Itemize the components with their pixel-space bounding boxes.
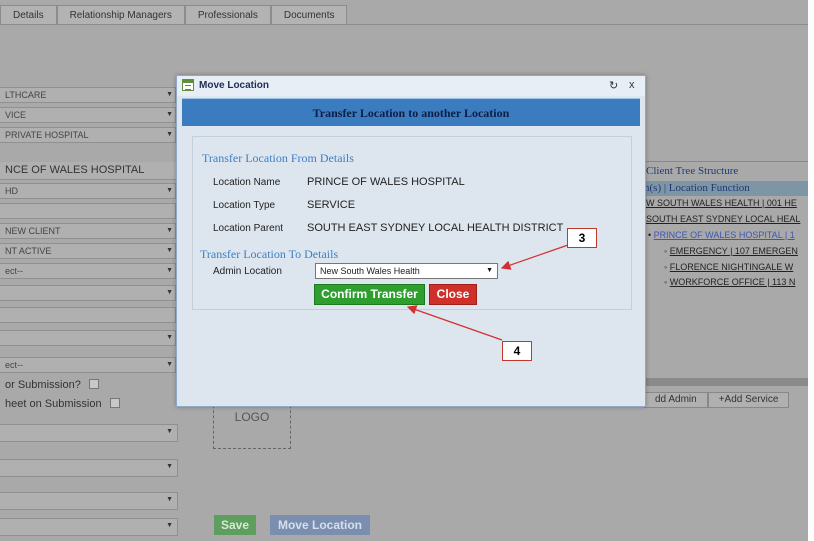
bottom-select-2[interactable]: ▼: [0, 459, 178, 477]
tab-bar: Details Relationship Managers Profession…: [0, 5, 348, 25]
location-type-label: Location Type: [213, 200, 276, 211]
admin-location-label: Admin Location: [213, 266, 282, 277]
close-button[interactable]: Close: [429, 284, 477, 305]
tree-header: n(s) | Location Function: [644, 181, 808, 196]
location-name-field[interactable]: NCE OF WALES HOSPITAL: [0, 162, 176, 180]
tree-bullet-icon: •: [648, 230, 652, 240]
industry-select-value: LTHCARE: [5, 90, 47, 100]
sheet-checkbox-row[interactable]: heet on Submission: [5, 398, 120, 410]
add-service-button[interactable]: +Add Service: [707, 392, 790, 408]
chevron-down-icon: ▼: [166, 463, 173, 470]
location-name-value: PRINCE OF WALES HOSPITAL: [307, 176, 465, 188]
tree-bullet-icon: ◦: [664, 262, 668, 272]
tree-item-florence-row[interactable]: ◦ FLORENCE NIGHTINGALE W: [664, 262, 808, 272]
chevron-down-icon: ▼: [166, 522, 173, 529]
option-select-4-value: ect--: [5, 360, 23, 370]
blank-field-1[interactable]: [0, 203, 176, 219]
tree-item-florence[interactable]: FLORENCE NIGHTINGALE W: [670, 262, 794, 272]
client-status-select-value: NEW CLIENT: [5, 226, 61, 236]
client-status-select[interactable]: NEW CLIENT ▼: [0, 223, 176, 239]
service-select[interactable]: VICE ▼: [0, 107, 176, 123]
add-admin-button[interactable]: dd Admin: [644, 392, 708, 408]
active-status-select-value: NT ACTIVE: [5, 246, 52, 256]
logo-placeholder-text: LOGO: [234, 410, 270, 424]
blank-field-2[interactable]: [0, 307, 176, 323]
tree-item-emergency[interactable]: EMERGENCY | 107 EMERGEN: [670, 246, 798, 256]
chevron-down-icon: ▼: [166, 334, 173, 341]
tree-item-workforce[interactable]: WORKFORCE OFFICE | 113 N: [670, 277, 796, 287]
tree-item-pow[interactable]: PRINCE OF WALES HOSPITAL | 1: [654, 230, 795, 240]
tree-scrollbar[interactable]: [644, 378, 808, 386]
bottom-select-1[interactable]: ▼: [0, 424, 178, 442]
chevron-down-icon: ▼: [166, 187, 173, 194]
tab-details[interactable]: Details: [0, 5, 57, 24]
option-select-2[interactable]: ▼: [0, 285, 176, 301]
close-icon[interactable]: x: [629, 79, 635, 91]
option-select-1[interactable]: ect-- ▼: [0, 263, 176, 279]
submission-checkbox-label: or Submission?: [5, 379, 81, 391]
facility-type-select-value: PRIVATE HOSPITAL: [5, 130, 89, 140]
from-section-title: Transfer Location From Details: [202, 151, 354, 165]
tree-item-workforce-row[interactable]: ◦ WORKFORCE OFFICE | 113 N: [664, 277, 808, 287]
facility-type-select[interactable]: PRIVATE HOSPITAL ▼: [0, 127, 176, 143]
district-select-value: HD: [5, 186, 18, 196]
active-status-select[interactable]: NT ACTIVE ▼: [0, 243, 176, 259]
tree-item-pow-row[interactable]: • PRINCE OF WALES HOSPITAL | 1: [648, 230, 808, 240]
tree-item-nsw-health[interactable]: W SOUTH WALES HEALTH | 001 HE: [646, 198, 808, 208]
bottom-select-4[interactable]: ▼: [0, 518, 178, 536]
chevron-down-icon: ▼: [166, 289, 173, 296]
chevron-down-icon: ▼: [166, 428, 173, 435]
dialog-titlebar[interactable]: Move Location ↻ x: [177, 76, 645, 96]
tree-bullet-icon: ◦: [664, 246, 668, 256]
tree-action-buttons: dd Admin +Add Service: [644, 392, 790, 408]
industry-select[interactable]: LTHCARE ▼: [0, 87, 176, 103]
refresh-icon[interactable]: ↻: [609, 79, 618, 92]
service-select-value: VICE: [5, 110, 27, 120]
location-parent-value: SOUTH EAST SYDNEY LOCAL HEALTH DISTRICT: [307, 222, 564, 234]
tab-professionals[interactable]: Professionals: [184, 5, 271, 24]
chevron-down-icon: ▼: [166, 131, 173, 138]
option-select-3[interactable]: ▼: [0, 330, 176, 346]
admin-location-value: New South Wales Health: [320, 266, 420, 276]
chevron-down-icon: ▼: [166, 111, 173, 118]
chevron-down-icon: ▼: [166, 91, 173, 98]
option-select-1-value: ect--: [5, 266, 23, 276]
window-icon: [182, 79, 194, 91]
dialog-header: Transfer Location to another Location: [182, 98, 640, 127]
admin-location-select[interactable]: New South Wales Health ▼: [315, 263, 498, 279]
chevron-down-icon: ▼: [166, 267, 173, 274]
sheet-checkbox-label: heet on Submission: [5, 398, 102, 410]
tree-item-sesyd[interactable]: SOUTH EAST SYDNEY LOCAL HEAL: [646, 214, 808, 224]
district-select[interactable]: HD ▼: [0, 183, 176, 199]
chevron-down-icon: ▼: [166, 496, 173, 503]
location-type-value: SERVICE: [307, 199, 356, 211]
chevron-down-icon: ▼: [486, 267, 493, 274]
save-button[interactable]: Save: [214, 515, 256, 535]
chevron-down-icon: ▼: [166, 247, 173, 254]
location-parent-label: Location Parent: [213, 223, 284, 234]
dialog-title: Move Location: [199, 80, 270, 91]
sheet-checkbox[interactable]: [109, 398, 120, 408]
chevron-down-icon: ▼: [166, 227, 173, 234]
tab-relationship-managers[interactable]: Relationship Managers: [56, 5, 185, 24]
tree-title: Client Tree Structure: [646, 165, 739, 177]
location-name-label: Location Name: [213, 177, 281, 188]
submission-checkbox[interactable]: [88, 379, 99, 389]
to-section-title: Transfer Location To Details: [200, 247, 339, 261]
callout-4: 4: [502, 341, 532, 361]
option-select-4[interactable]: ect-- ▼: [0, 357, 176, 373]
tree-item-emergency-row[interactable]: ◦ EMERGENCY | 107 EMERGEN: [664, 246, 808, 256]
tab-documents[interactable]: Documents: [270, 5, 348, 24]
move-location-button[interactable]: Move Location: [270, 515, 370, 535]
submission-checkbox-row[interactable]: or Submission?: [5, 379, 99, 391]
bottom-select-3[interactable]: ▼: [0, 492, 178, 510]
callout-3: 3: [567, 228, 597, 248]
chevron-down-icon: ▼: [166, 361, 173, 368]
tree-bullet-icon: ◦: [664, 277, 668, 287]
confirm-transfer-button[interactable]: Confirm Transfer: [314, 284, 425, 305]
tab-divider: [0, 24, 808, 25]
